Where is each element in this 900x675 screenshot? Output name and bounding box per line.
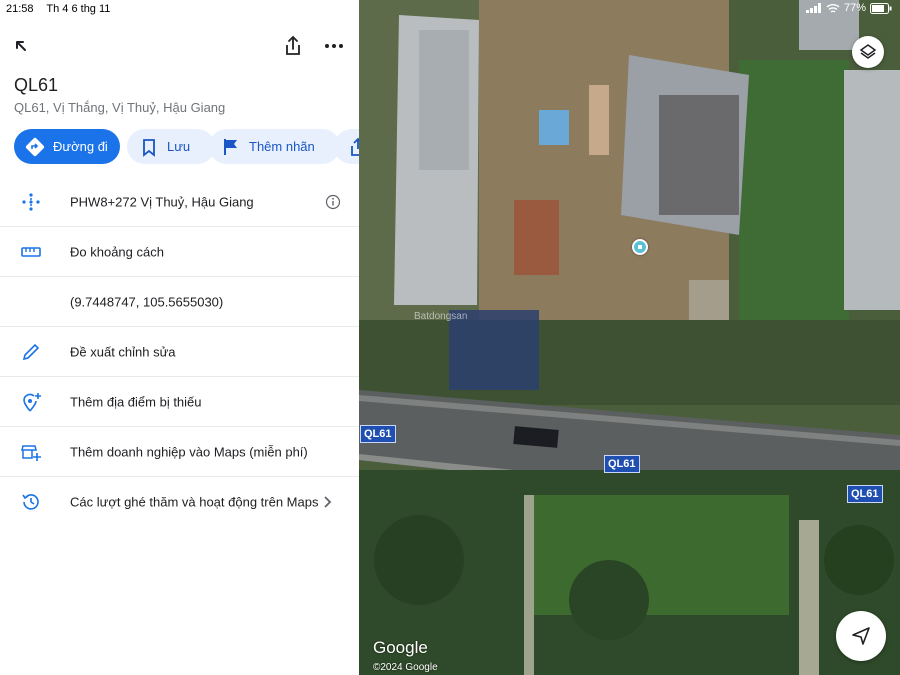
list-item-add-missing-place[interactable]: Thêm địa điểm bị thiếu	[0, 377, 359, 427]
status-date: Th 4 6 thg 11	[46, 3, 111, 15]
road-label-ql61[interactable]: QL61	[360, 425, 396, 443]
battery-percent: 77%	[843, 2, 866, 14]
wifi-icon	[826, 3, 840, 13]
share-icon	[286, 35, 300, 55]
share-chip[interactable]	[334, 129, 359, 164]
battery-icon	[870, 2, 892, 14]
place-details-list: PHW8+272 Vị Thuỷ, Hậu Giang Đo khoảng cá…	[0, 177, 359, 527]
save-button[interactable]: Lưu	[127, 129, 215, 164]
action-chips: Đường đi Lưu Thêm nhãn	[14, 129, 359, 164]
directions-button[interactable]: Đường đi	[14, 129, 120, 164]
history-icon	[22, 494, 39, 510]
my-location-button[interactable]	[836, 611, 886, 661]
more-horizontal-icon	[325, 44, 343, 48]
signal-icon	[805, 3, 821, 13]
measure-distance-text: Đo khoảng cách	[70, 244, 164, 259]
maps-activity-text: Các lượt ghé thăm và hoạt động trên Maps	[70, 494, 319, 510]
coordinates-text: (9.7448747, 105.5655030)	[70, 294, 224, 309]
back-button[interactable]	[10, 36, 32, 58]
place-title: QL61	[14, 75, 59, 95]
back-arrow-icon	[16, 41, 26, 51]
plus-code-text: PHW8+272 Vị Thuỷ, Hậu Giang	[70, 194, 254, 209]
ruler-icon	[21, 246, 41, 257]
list-item-add-business[interactable]: Thêm doanh nghiệp vào Maps (miễn phí)	[0, 427, 359, 477]
directions-icon	[25, 137, 45, 157]
add-label-button[interactable]: Thêm nhãn	[209, 129, 340, 164]
road-label-ql61[interactable]: QL61	[604, 455, 640, 473]
list-item-suggest-edit[interactable]: Đề xuất chỉnh sửa	[0, 327, 359, 377]
satellite-imagery	[359, 0, 900, 675]
location-pin[interactable]	[632, 239, 648, 255]
add-missing-place-text: Thêm địa điểm bị thiếu	[70, 394, 202, 409]
list-item-plus-code[interactable]: PHW8+272 Vị Thuỷ, Hậu Giang	[0, 177, 359, 227]
add-label-text: Thêm nhãn	[249, 139, 315, 154]
road-label-ql61[interactable]: QL61	[847, 485, 883, 503]
pencil-icon	[22, 343, 40, 360]
bookmark-icon	[139, 137, 159, 157]
list-item-coordinates[interactable]: (9.7448747, 105.5655030)	[0, 277, 359, 327]
google-logo: Google	[373, 638, 428, 657]
status-bar-left: 21:58 Th 4 6 thg 11	[6, 3, 120, 15]
add-business-icon	[21, 444, 41, 461]
share-button[interactable]	[282, 34, 304, 58]
map-layers-button[interactable]	[852, 36, 884, 68]
status-bar-right: 77%	[805, 2, 892, 14]
navigation-arrow-icon	[852, 627, 870, 645]
save-label: Lưu	[167, 139, 191, 154]
flag-icon	[221, 137, 241, 157]
plus-code-icon	[22, 192, 40, 211]
satellite-map[interactable]: 77% Batdongsan QL61 QL61 QL61 Google ©20…	[359, 0, 900, 675]
share-icon	[348, 137, 359, 157]
list-item-maps-activity[interactable]: Các lượt ghé thăm và hoạt động trên Maps	[0, 477, 359, 527]
directions-label: Đường đi	[53, 139, 108, 154]
suggest-edit-text: Đề xuất chỉnh sửa	[70, 344, 176, 359]
place-address: QL61, Vị Thắng, Vị Thuỷ, Hậu Giang	[14, 100, 226, 115]
list-item-measure-distance[interactable]: Đo khoảng cách	[0, 227, 359, 277]
info-icon[interactable]	[325, 194, 341, 210]
chevron-right-icon	[324, 496, 332, 508]
watermark: Batdongsan	[414, 311, 468, 322]
layers-icon	[859, 44, 877, 59]
add-business-text: Thêm doanh nghiệp vào Maps (miễn phí)	[70, 444, 308, 459]
add-place-icon	[23, 392, 41, 411]
more-options-button[interactable]	[322, 36, 346, 56]
place-panel: 21:58 Th 4 6 thg 11 QL61 QL61, Vị Thắng,…	[0, 0, 359, 675]
status-time: 21:58	[6, 3, 34, 15]
map-copyright: ©2024 Google	[373, 662, 438, 673]
